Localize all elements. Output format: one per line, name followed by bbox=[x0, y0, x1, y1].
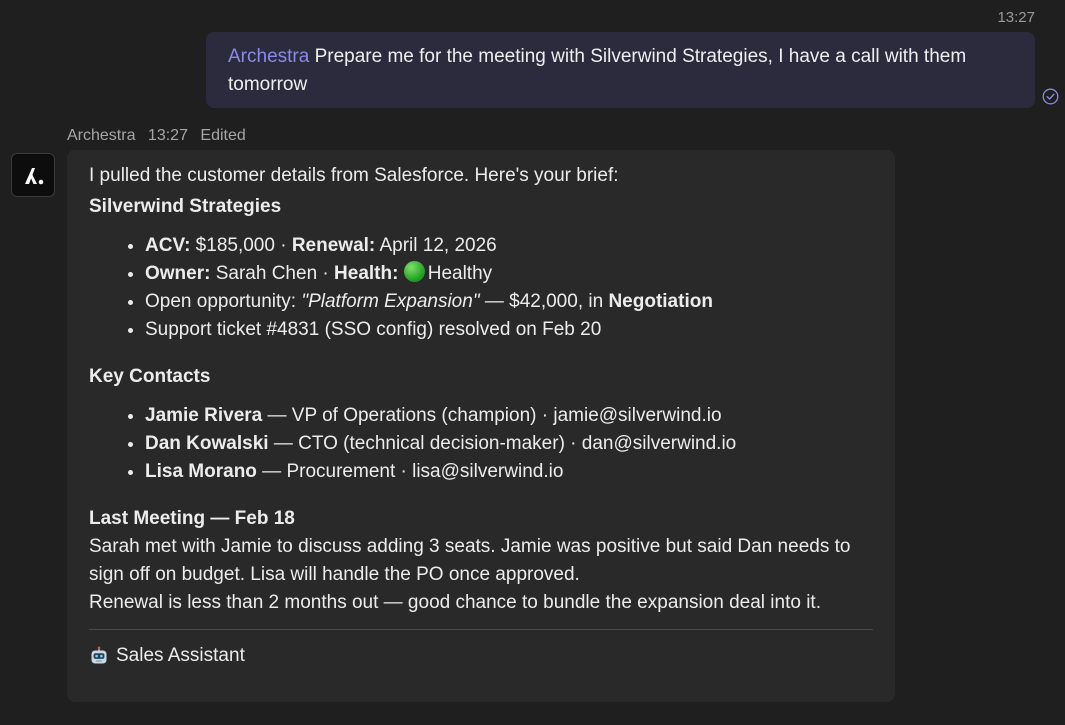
contact-item: Lisa Morano — Procurement · lisa@silverw… bbox=[145, 458, 873, 486]
incoming-message[interactable]: I pulled the customer details from Sales… bbox=[67, 150, 895, 702]
last-meeting-heading: Last Meeting — Feb 18 bbox=[89, 508, 295, 529]
intro-text: I pulled the customer details from Sales… bbox=[89, 165, 619, 186]
contact-detail: — VP of Operations (champion) · jamie@si… bbox=[262, 405, 722, 426]
contact-detail: — Procurement · lisa@silverwind.io bbox=[256, 461, 564, 482]
green-circle-icon bbox=[403, 261, 425, 282]
health-value: Healthy bbox=[427, 263, 493, 284]
contact-name: Lisa Morano bbox=[145, 461, 257, 482]
company-heading: Silverwind Strategies bbox=[89, 196, 282, 217]
list-item: Owner: Sarah Chen · Health: Healthy bbox=[145, 260, 873, 288]
contact-item: Jamie Rivera — VP of Operations (champio… bbox=[145, 402, 873, 430]
outgoing-message[interactable]: Archestra Prepare me for the meeting wit… bbox=[206, 32, 1035, 108]
contacts-heading: Key Contacts bbox=[89, 366, 211, 387]
read-receipt-check-circle-icon bbox=[1042, 88, 1059, 105]
avatar[interactable] bbox=[11, 153, 55, 197]
health-label: Health: bbox=[334, 263, 399, 284]
last-meeting-text: Sarah met with Jamie to discuss adding 3… bbox=[89, 536, 851, 585]
renewal-note: Renewal is less than 2 months out — good… bbox=[89, 592, 821, 613]
contact-name: Jamie Rivera bbox=[145, 405, 263, 426]
acv-value: $185,000 · bbox=[190, 235, 292, 256]
list-item: Support ticket #4831 (SSO config) resolv… bbox=[145, 316, 873, 344]
outgoing-timestamp: 13:27 bbox=[997, 9, 1035, 26]
contact-item: Dan Kowalski — CTO (technical decision-m… bbox=[145, 430, 873, 458]
robot-icon bbox=[89, 646, 109, 666]
contacts-list: Jamie Rivera — VP of Operations (champio… bbox=[89, 402, 873, 486]
acv-label: ACV: bbox=[145, 235, 191, 256]
edited-label: Edited bbox=[200, 127, 246, 144]
signature: Sales Assistant bbox=[89, 642, 873, 670]
divider bbox=[89, 629, 873, 630]
list-item: Open opportunity: "Platform Expansion" —… bbox=[145, 288, 873, 316]
outgoing-message-text: Prepare me for the meeting with Silverwi… bbox=[228, 46, 967, 95]
support-ticket: Support ticket #4831 (SSO config) resolv… bbox=[145, 319, 602, 340]
mention-archestra[interactable]: Archestra bbox=[228, 46, 309, 67]
sender-name[interactable]: Archestra bbox=[67, 127, 135, 144]
summary-list: ACV: $185,000 · Renewal: April 12, 2026 … bbox=[89, 232, 873, 344]
opportunity-stage: Negotiation bbox=[608, 291, 713, 312]
opportunity-amount: — $42,000, in bbox=[479, 291, 609, 312]
owner-value: Sarah Chen · bbox=[210, 263, 335, 284]
signature-text: Sales Assistant bbox=[116, 645, 245, 666]
owner-label: Owner: bbox=[145, 263, 211, 284]
opportunity-prefix: Open opportunity: bbox=[145, 291, 302, 312]
list-item: ACV: $185,000 · Renewal: April 12, 2026 bbox=[145, 232, 873, 260]
contact-detail: — CTO (technical decision-maker) · dan@s… bbox=[268, 433, 737, 454]
renewal-label: Renewal: bbox=[291, 235, 376, 256]
archestra-logo-icon bbox=[25, 168, 44, 185]
message-timestamp: 13:27 bbox=[147, 127, 188, 144]
contact-name: Dan Kowalski bbox=[145, 433, 269, 454]
renewal-value: April 12, 2026 bbox=[375, 235, 497, 256]
opportunity-name: "Platform Expansion" bbox=[301, 291, 480, 312]
message-meta: Archestra 13:27 Edited bbox=[67, 127, 254, 145]
